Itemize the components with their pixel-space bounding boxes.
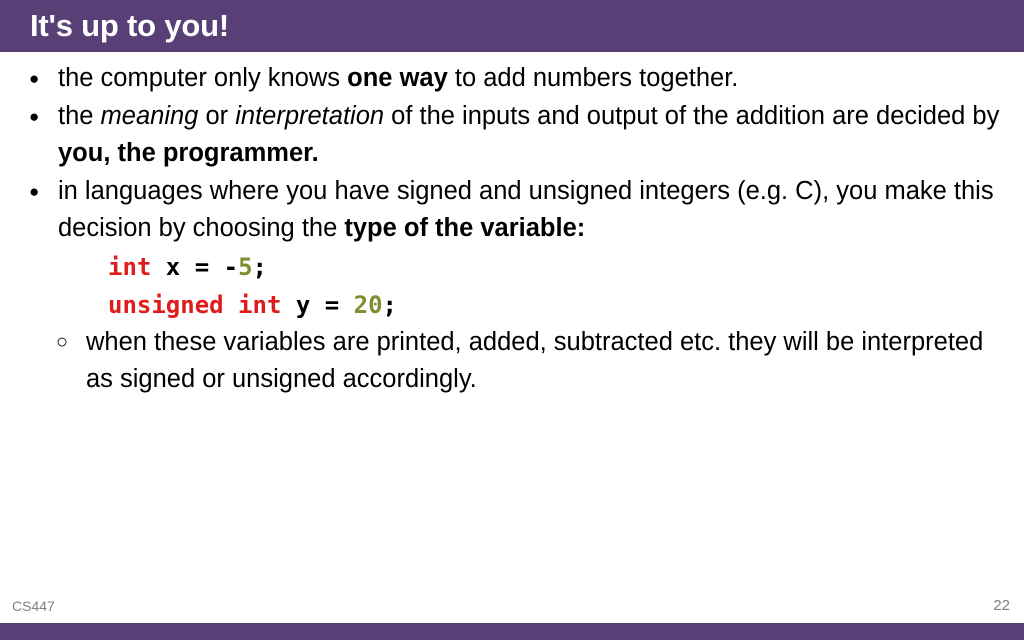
code-number-20: 20 (353, 290, 383, 319)
slide: It's up to you! ● the computer only knows… (0, 0, 1024, 640)
bullet2-text-part1: the (58, 101, 101, 130)
footer-band (0, 623, 1024, 640)
bullet-marker-icon: ● (29, 106, 40, 126)
code-semicolon: ; (252, 252, 267, 281)
bullet1-bold-one-way: one way (347, 64, 448, 92)
footer-page-number: 22 (993, 597, 1010, 614)
code-keyword-int: int (108, 252, 152, 281)
bullet2-italic-interpretation: interpretation (235, 101, 385, 130)
code-text-assignment: x = - (151, 252, 239, 281)
bullet-marker-icon: ● (29, 69, 40, 88)
slide-body: ● the computer only knows one way to add … (26, 60, 1006, 399)
bullet-marker-icon: ● (29, 181, 40, 201)
sub-bullet-marker-icon: ○ (56, 330, 69, 353)
bullet1-text-part2: to add numbers together. (447, 64, 739, 92)
code-semicolon: ; (382, 290, 397, 319)
code-keyword-unsigned-int: unsigned int (108, 290, 282, 319)
code-number-5: 5 (238, 252, 253, 281)
bullet2-text-part3: of the inputs and output of the addition… (384, 101, 1000, 130)
page-title: It's up to you! (30, 8, 229, 43)
footer-course-label: CS447 (12, 598, 55, 614)
sub-bullet1-text: when these variables are printed, added,… (86, 327, 984, 394)
code-line-unsigned-int-declaration: unsigned int y = 20; (26, 286, 1006, 324)
bullet-item-signed-unsigned-languages: ● in languages where you have signed and … (26, 173, 1006, 248)
bullet2-text-part2: or (198, 101, 236, 130)
bullet2-bold-programmer: you, the programmer. (58, 139, 319, 167)
bullet3-bold-type-of-variable: type of the variable: (344, 214, 586, 242)
slide-title-band: It's up to you! (0, 0, 1024, 52)
bullet-item-meaning-interpretation: ● the meaning or interpretation of the in… (26, 98, 1006, 173)
sub-bullet-item-interpreted-accordingly: ○ when these variables are printed, added… (26, 324, 1006, 399)
code-text-assignment: y = (281, 290, 354, 319)
bullet1-text-part1: the computer only knows (58, 64, 348, 92)
bullet2-italic-meaning: meaning (100, 101, 199, 130)
bullet-item-computer-one-way: ● the computer only knows one way to add … (26, 60, 1006, 98)
code-line-int-declaration: int x = -5; (26, 248, 1006, 286)
